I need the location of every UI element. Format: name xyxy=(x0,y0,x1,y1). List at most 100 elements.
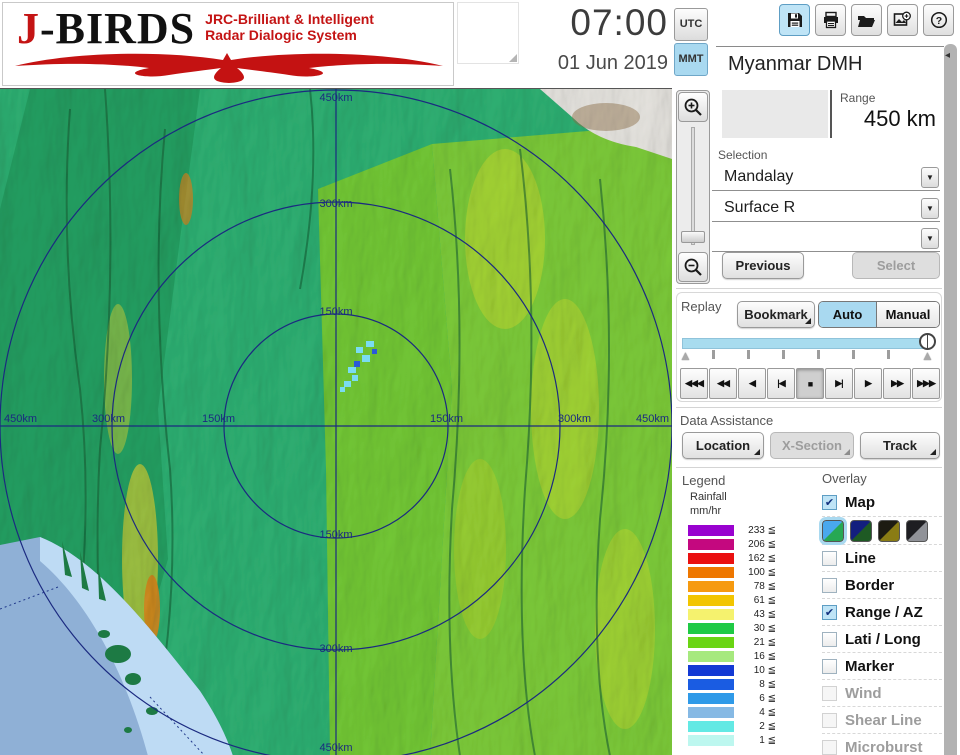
checkbox-icon[interactable] xyxy=(822,658,837,674)
legend-entry: 233 ≦ xyxy=(688,523,778,537)
legend-entry: 16 ≦ xyxy=(688,649,778,663)
range-ring-label: 150km xyxy=(319,306,352,318)
checkbox-icon[interactable] xyxy=(822,550,837,566)
overlay-item-border[interactable]: Border xyxy=(822,571,942,598)
legend-threshold-value: 233 ≦ xyxy=(748,524,776,536)
legend-threshold-value: 206 ≦ xyxy=(748,538,776,550)
range-ring-label: 450km xyxy=(4,413,37,425)
slider-start-marker-icon[interactable]: ▲ xyxy=(679,348,692,363)
print-icon xyxy=(823,11,838,29)
overlay-item-map[interactable]: ✔ Map xyxy=(822,489,942,516)
legend-color-swatch xyxy=(688,524,734,536)
rain-echo xyxy=(366,341,374,347)
corner-triangle-icon xyxy=(805,318,811,324)
collapse-arrow-icon[interactable]: ◂ xyxy=(945,50,950,61)
stop-button[interactable]: ■ xyxy=(796,368,824,399)
range-ring-label: 450km xyxy=(319,92,352,104)
overlay-item-label: Microburst xyxy=(845,738,923,755)
corner-triangle-icon xyxy=(754,449,760,455)
fast-forward-button[interactable]: ▶▶▶ xyxy=(912,368,940,399)
rewind-button[interactable]: ◀◀ xyxy=(709,368,737,399)
clock-date: 01 Jun 2019 xyxy=(557,52,668,74)
map-style-swatch[interactable] xyxy=(850,519,872,542)
legend-color-swatch xyxy=(688,580,734,592)
legend-entry: 162 ≦ xyxy=(688,551,778,565)
radar-map-viewport[interactable]: 450km 300km 150km 150km 300km 450km 450km 300km… xyxy=(0,88,673,755)
checkbox-icon xyxy=(822,685,837,701)
play-button[interactable]: ▶ xyxy=(854,368,882,399)
site-dropdown-value: Mandalay xyxy=(724,168,794,185)
radar-map-image: 450km 300km 150km 150km 300km 450km 450km 300km… xyxy=(0,88,673,755)
zoom-slider-handle[interactable] xyxy=(681,231,705,243)
save-button[interactable] xyxy=(779,4,810,36)
fast-rewind-button[interactable]: ◀◀◀ xyxy=(680,368,708,399)
station-name: Myanmar DMH xyxy=(728,53,863,75)
xsection-label: X-Section xyxy=(782,438,842,453)
play-reverse-button[interactable]: ◀ xyxy=(738,368,766,399)
legend-entry: 6 ≦ xyxy=(688,691,778,705)
rain-echo xyxy=(344,381,351,387)
mmt-button[interactable]: MMT xyxy=(674,43,708,76)
chevron-down-icon[interactable]: ▼ xyxy=(921,228,939,249)
checkbox-icon[interactable] xyxy=(822,577,837,593)
zoom-in-button[interactable] xyxy=(678,92,708,122)
legend-threshold-value: 100 ≦ xyxy=(748,566,776,578)
zoom-out-button[interactable] xyxy=(678,252,708,282)
logo-subtitle-line2: Radar Dialogic System xyxy=(205,27,357,43)
zoom-slider-track[interactable] xyxy=(691,127,695,245)
map-style-swatch[interactable] xyxy=(906,519,928,542)
help-button[interactable]: ? xyxy=(923,4,954,36)
magnifier-minus-icon xyxy=(684,258,702,276)
overlay-list: ✔ Map Line Border ✔ Range / AZ Lati / Long Mark… xyxy=(819,489,942,755)
checkbox-checked-icon[interactable]: ✔ xyxy=(822,495,837,510)
overlay-item-marker[interactable]: Marker xyxy=(822,652,942,679)
bookmark-button[interactable]: Bookmark xyxy=(737,301,815,328)
logo-subtitle: JRC-Brilliant & Intelligent Radar Dialog… xyxy=(205,11,374,43)
manual-button[interactable]: Manual xyxy=(877,302,939,327)
print-button[interactable] xyxy=(815,4,846,36)
legend-entry: 8 ≦ xyxy=(688,677,778,691)
legend-color-swatch xyxy=(688,678,734,690)
legend-threshold-value: 61 ≦ xyxy=(753,594,776,606)
overlay-item-line[interactable]: Line xyxy=(822,544,942,571)
panel-collapse-strip[interactable] xyxy=(944,44,957,755)
legend-color-swatch xyxy=(688,692,734,704)
add-image-button[interactable] xyxy=(887,4,918,36)
product-dropdown-value: Surface R xyxy=(724,199,796,216)
slider-end-marker-icon[interactable]: ▲ xyxy=(921,348,934,363)
overlay-item-lati-long[interactable]: Lati / Long xyxy=(822,625,942,652)
legend-threshold-value: 30 ≦ xyxy=(753,622,776,634)
overlay-title: Overlay xyxy=(822,471,867,486)
auto-button[interactable]: Auto xyxy=(819,302,877,327)
chevron-down-icon[interactable]: ▼ xyxy=(921,167,939,188)
legend-entry: 78 ≦ xyxy=(688,579,778,593)
overlay-item-range-az[interactable]: ✔ Range / AZ xyxy=(822,598,942,625)
clock-time: 07:00 xyxy=(570,2,668,43)
product-dropdown[interactable]: Surface R ▼ xyxy=(712,196,940,222)
range-ring-label: 150km xyxy=(319,529,352,541)
extra-dropdown[interactable]: ▼ xyxy=(712,226,940,252)
data-assistance-label: Data Assistance xyxy=(680,413,774,428)
replay-slider-track[interactable] xyxy=(682,338,928,349)
location-button[interactable]: Location xyxy=(682,432,764,459)
map-style-swatch[interactable] xyxy=(878,519,900,542)
rain-echo xyxy=(372,349,377,354)
save-icon xyxy=(787,13,802,27)
legend-threshold-value: 21 ≦ xyxy=(753,636,776,648)
forward-button[interactable]: ▶▶ xyxy=(883,368,911,399)
checkbox-icon[interactable] xyxy=(822,631,837,647)
legend-threshold-value: 162 ≦ xyxy=(748,552,776,564)
checkbox-checked-icon[interactable]: ✔ xyxy=(822,604,837,620)
range-ring-label: 300km xyxy=(92,413,125,425)
header-bar: J-BIRDS JRC-Brilliant & Intelligent Rada… xyxy=(0,0,960,88)
site-dropdown[interactable]: Mandalay ▼ xyxy=(712,165,940,191)
map-style-swatch-selected[interactable] xyxy=(819,516,847,545)
utc-button[interactable]: UTC xyxy=(674,8,708,41)
step-forward-button[interactable]: ▶| xyxy=(825,368,853,399)
step-back-button[interactable]: |◀ xyxy=(767,368,795,399)
chevron-down-icon[interactable]: ▼ xyxy=(921,198,939,219)
track-button[interactable]: Track xyxy=(860,432,940,459)
overlay-item-label: Lati / Long xyxy=(845,630,921,648)
previous-button[interactable]: Previous xyxy=(722,252,804,279)
open-folder-button[interactable] xyxy=(851,4,882,36)
